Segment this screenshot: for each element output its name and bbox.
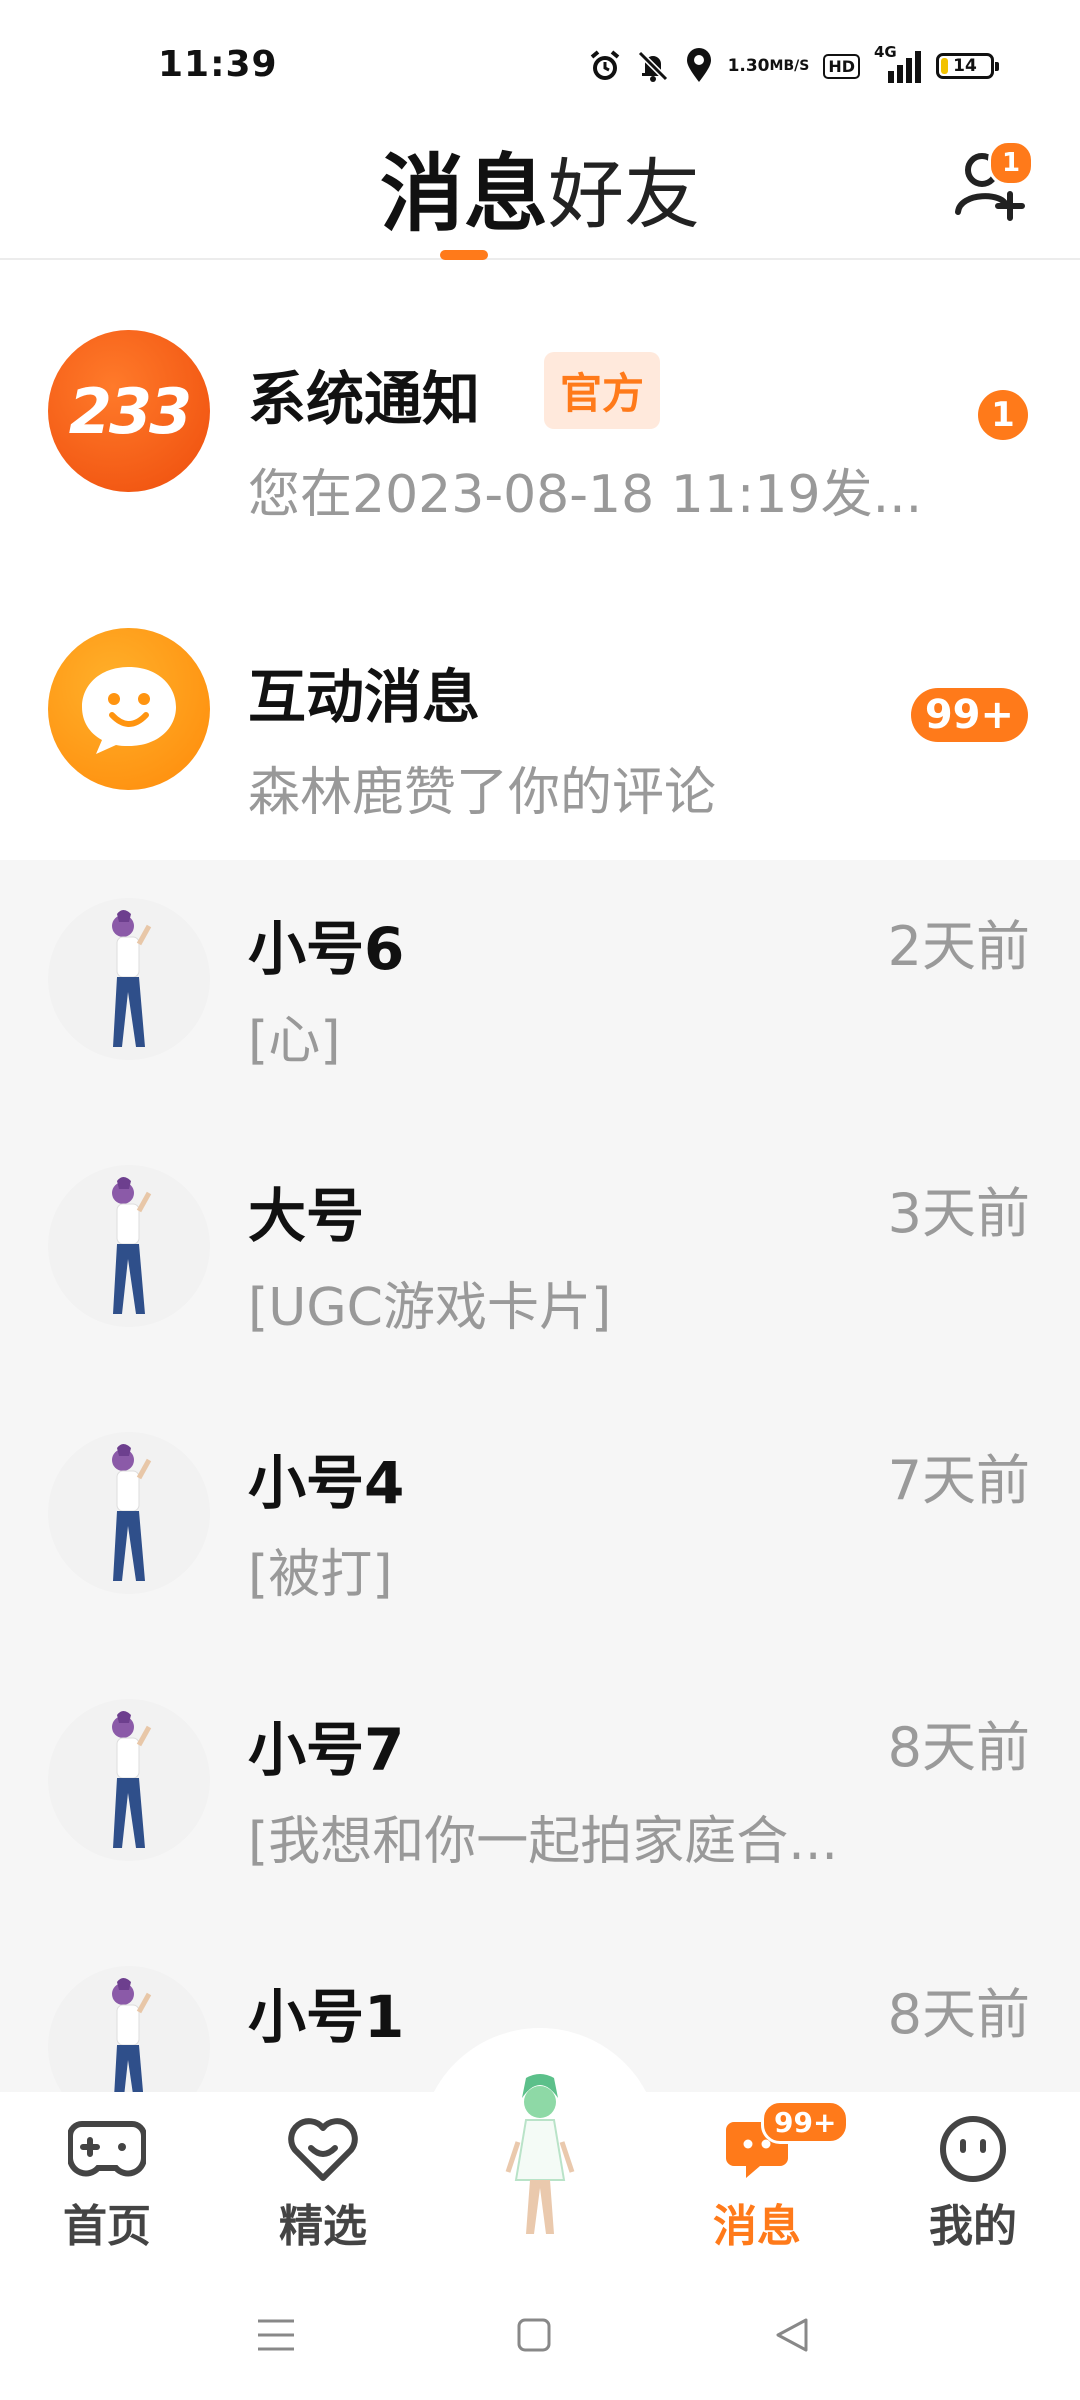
nav-messages-label: 消息 xyxy=(713,2201,801,2252)
nav-home-label: 首页 xyxy=(63,2201,151,2252)
chat-avatar xyxy=(48,1165,210,1327)
message-list: 233 系统通知 官方 您在2023-08-18 11:19发... 1 互动消… xyxy=(0,262,1080,2128)
system-navigation-bar xyxy=(0,2270,1080,2400)
nav-messages[interactable]: 99+ 消息 xyxy=(682,2100,850,2254)
nav-messages-badge: 99+ xyxy=(761,2100,850,2144)
heart-icon xyxy=(283,2114,363,2184)
smiley-icon xyxy=(933,2114,1013,2184)
gamepad-icon xyxy=(67,2114,147,2184)
nav-profile[interactable]: 我的 xyxy=(898,2114,1048,2254)
nav-center-character[interactable] xyxy=(478,2072,602,2242)
status-bar: 11:39 1.30 MB/S HD 4G 14 xyxy=(0,0,1080,130)
conversation-preview: 您在2023-08-18 11:19发... xyxy=(248,465,923,525)
chat-item[interactable]: 小号4 [被打] 7天前 xyxy=(0,1394,1080,1661)
chat-avatar xyxy=(48,898,210,1060)
conversation-time: 3天前 xyxy=(887,1182,1030,1245)
add-friend-button[interactable]: 1 xyxy=(952,140,1034,222)
hd-indicator: HD xyxy=(823,53,860,79)
tab-bar: 消息 好友 xyxy=(0,144,1080,260)
nav-featured[interactable]: 精选 xyxy=(248,2114,398,2254)
conversation-time: 7天前 xyxy=(887,1449,1030,1512)
bottom-nav: 首页 精选 99+ 消息 我的 xyxy=(0,2028,1080,2270)
conversation-time: 2天前 xyxy=(887,915,1030,978)
list-item-interaction[interactable]: 互动消息 森林鹿赞了你的评论 99+ xyxy=(0,560,1080,860)
chat-item[interactable]: 小号7 [我想和你一起拍家庭合... 8天前 xyxy=(0,1661,1080,1928)
back-button[interactable] xyxy=(762,2310,822,2360)
official-tag: 官方 xyxy=(544,352,661,429)
conversation-time: 8天前 xyxy=(887,1716,1030,1779)
conversation-name: 系统通知 xyxy=(248,365,481,433)
conversation-name: 互动消息 xyxy=(248,663,481,731)
character-avatar-icon xyxy=(112,1444,152,1581)
interaction-avatar xyxy=(48,628,210,790)
recent-apps-button[interactable] xyxy=(246,2310,306,2360)
home-button[interactable] xyxy=(504,2310,564,2360)
conversation-name: 小号1 xyxy=(248,1983,405,2051)
chat-item[interactable]: 大号 [UGC游戏卡片] 3天前 xyxy=(0,1127,1080,1394)
battery-icon: 14 xyxy=(936,53,999,79)
app-header: 消息 好友 1 xyxy=(0,130,1080,260)
location-icon xyxy=(684,48,714,84)
list-item-system-notice[interactable]: 233 系统通知 官方 您在2023-08-18 11:19发... 1 xyxy=(0,262,1080,560)
conversation-preview: [UGC游戏卡片] xyxy=(248,1278,612,1338)
unread-badge: 99+ xyxy=(910,688,1028,742)
net-speed-value: 1.30 xyxy=(727,55,770,76)
tab-friends-label: 好友 xyxy=(548,150,700,239)
character-avatar-icon xyxy=(112,910,152,1047)
status-time: 11:39 xyxy=(158,44,278,85)
chat-avatar xyxy=(48,1432,210,1594)
unread-badge: 1 xyxy=(978,390,1028,440)
chat-item[interactable]: 小号6 [心] 2天前 xyxy=(0,860,1080,1127)
back-triangle-icon xyxy=(776,2318,808,2352)
tab-messages[interactable]: 消息 xyxy=(379,144,548,260)
character-avatar-icon xyxy=(112,1711,152,1848)
network-type: 4G xyxy=(874,43,897,61)
conversation-name: 小号6 xyxy=(248,915,405,983)
chat-bubble-icon xyxy=(82,667,176,754)
battery-level: 14 xyxy=(953,56,977,76)
nav-featured-label: 精选 xyxy=(279,2201,367,2252)
conversation-preview: [心] xyxy=(248,1011,341,1071)
conversation-name: 大号 xyxy=(248,1182,365,1250)
conversation-preview: [被打] xyxy=(248,1545,393,1605)
character-avatar-icon xyxy=(112,1177,152,1314)
mute-icon xyxy=(636,49,670,83)
chat-icon: 99+ xyxy=(717,2100,850,2184)
nav-profile-label: 我的 xyxy=(929,2201,1017,2252)
character-icon xyxy=(505,2074,575,2234)
conversation-preview: [我想和你一起拍家庭合... xyxy=(248,1812,838,1872)
conversation-name: 小号7 xyxy=(248,1716,405,1784)
net-speed-unit: MB/S xyxy=(769,57,810,74)
square-icon xyxy=(517,2318,551,2352)
conversation-preview: 森林鹿赞了你的评论 xyxy=(248,763,717,823)
nav-home[interactable]: 首页 xyxy=(32,2114,182,2254)
status-icons: 1.30 MB/S HD 4G 14 xyxy=(588,43,999,88)
tab-indicator xyxy=(439,250,488,260)
system-avatar: 233 xyxy=(48,330,210,492)
alarm-icon xyxy=(588,49,622,83)
tab-friends[interactable]: 好友 xyxy=(548,146,700,244)
signal-icon: 4G xyxy=(874,43,922,83)
tab-messages-label: 消息 xyxy=(379,145,548,243)
chat-avatar xyxy=(48,1699,210,1861)
menu-icon xyxy=(258,2319,294,2351)
conversation-name: 小号4 xyxy=(248,1449,405,1517)
net-speed: 1.30 MB/S xyxy=(727,55,810,76)
conversation-time: 8天前 xyxy=(887,1983,1030,2046)
system-avatar-text: 233 xyxy=(68,374,192,448)
add-friend-badge: 1 xyxy=(988,140,1034,186)
